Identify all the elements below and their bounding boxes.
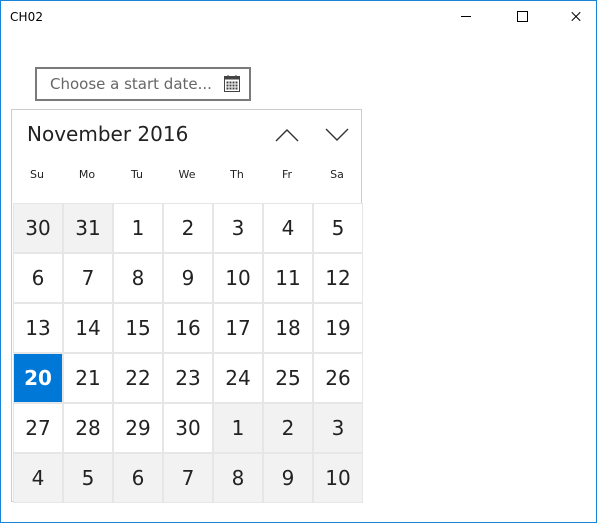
app-window: CH02 Choose a start date... November 201… (0, 0, 597, 523)
calendar-day[interactable]: 13 (14, 304, 62, 352)
calendar-day[interactable]: 5 (314, 204, 362, 252)
calendar-day[interactable]: 10 (314, 454, 362, 502)
weekday-label: Sa (330, 168, 344, 181)
calendar-day[interactable]: 14 (64, 304, 112, 352)
calendar-day[interactable]: 17 (214, 304, 262, 352)
calendar-day-grid: 30 31 1 2 3 4 5 6 7 8 9 10 11 12 13 14 15 16 17 18 19 20 21 22 2… (13, 203, 363, 503)
calendar-day[interactable]: 24 (214, 354, 262, 402)
calendar-day[interactable]: 6 (14, 254, 62, 302)
weekday-label: Th (230, 168, 244, 181)
title-bar[interactable]: CH02 (1, 1, 596, 32)
calendar-day[interactable]: 23 (164, 354, 212, 402)
calendar-day[interactable]: 7 (64, 254, 112, 302)
minimize-icon (461, 16, 471, 17)
date-placeholder: Choose a start date... (50, 75, 212, 93)
calendar-day[interactable]: 31 (64, 204, 112, 252)
next-month-button[interactable] (322, 122, 352, 148)
close-button[interactable] (553, 1, 597, 32)
calendar-day[interactable]: 4 (14, 454, 62, 502)
calendar-day[interactable]: 16 (164, 304, 212, 352)
calendar-day[interactable]: 26 (314, 354, 362, 402)
chevron-up-icon (275, 129, 299, 142)
calendar-day[interactable]: 8 (214, 454, 262, 502)
close-icon (570, 11, 582, 23)
calendar-day[interactable]: 28 (64, 404, 112, 452)
calendar-day[interactable]: 19 (314, 304, 362, 352)
calendar-day[interactable]: 25 (264, 354, 312, 402)
maximize-icon (516, 11, 528, 22)
window-title: CH02 (10, 10, 44, 24)
weekday-label: We (178, 168, 196, 181)
month-header[interactable]: November 2016 (27, 122, 188, 146)
calendar-day-today[interactable]: 20 (14, 354, 62, 402)
calendar-day[interactable]: 22 (114, 354, 162, 402)
calendar-day[interactable]: 29 (114, 404, 162, 452)
calendar-flyout: November 2016 Su Mo Tu We Th Fr Sa 30 31 1 2 3 4 5 6 7… (11, 109, 363, 503)
calendar-day[interactable]: 7 (164, 454, 212, 502)
weekday-label: Mo (78, 168, 96, 181)
calendar-day[interactable]: 5 (64, 454, 112, 502)
weekday-header-row: Su Mo Tu We Th Fr Sa (12, 168, 362, 192)
weekday-label: Fr (281, 168, 293, 181)
calendar-day[interactable]: 3 (314, 404, 362, 452)
window-bottom-area (1, 502, 597, 524)
calendar-day[interactable]: 18 (264, 304, 312, 352)
weekday-label: Su (30, 168, 44, 181)
calendar-day[interactable]: 8 (114, 254, 162, 302)
calendar-day[interactable]: 9 (264, 454, 312, 502)
chevron-down-icon (325, 128, 349, 141)
calendar-icon (224, 75, 240, 92)
calendar-day[interactable]: 15 (114, 304, 162, 352)
calendar-day[interactable]: 6 (114, 454, 162, 502)
calendar-day[interactable]: 11 (264, 254, 312, 302)
maximize-button[interactable] (499, 1, 545, 32)
calendar-day[interactable]: 10 (214, 254, 262, 302)
calendar-day[interactable]: 2 (164, 204, 212, 252)
calendar-day[interactable]: 1 (114, 204, 162, 252)
previous-month-button[interactable] (272, 122, 302, 148)
calendar-day[interactable]: 4 (264, 204, 312, 252)
calendar-day[interactable]: 30 (14, 204, 62, 252)
calendar-day[interactable]: 1 (214, 404, 262, 452)
calendar-day[interactable]: 30 (164, 404, 212, 452)
minimize-button[interactable] (443, 1, 489, 32)
calendar-day[interactable]: 12 (314, 254, 362, 302)
calendar-day[interactable]: 3 (214, 204, 262, 252)
calendar-day[interactable]: 21 (64, 354, 112, 402)
start-date-picker[interactable]: Choose a start date... (35, 67, 251, 101)
calendar-day[interactable]: 9 (164, 254, 212, 302)
calendar-day[interactable]: 2 (264, 404, 312, 452)
weekday-label: Tu (130, 168, 144, 181)
calendar-day[interactable]: 27 (14, 404, 62, 452)
